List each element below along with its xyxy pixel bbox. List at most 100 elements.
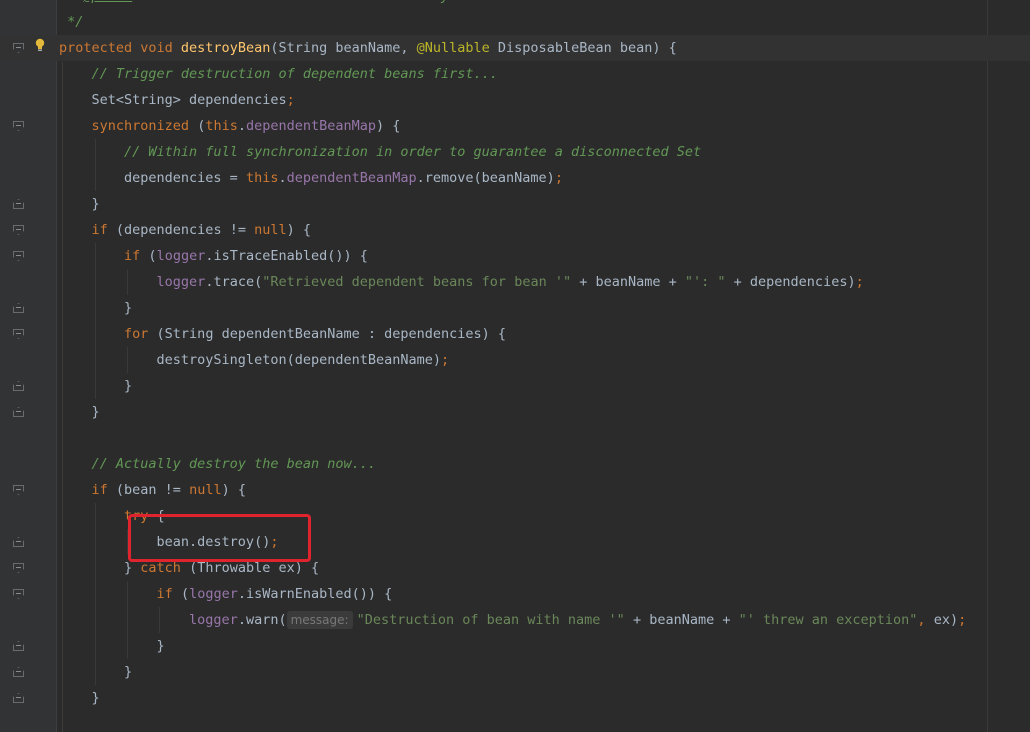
code-editor[interactable]: * @param bean the bean instance to destr…: [0, 0, 1030, 732]
code-text: // Actually destroy the bean now...: [59, 451, 376, 477]
line-comment-destroy[interactable]: // Actually destroy the bean now...: [0, 451, 1030, 477]
code-token: synchronized: [91, 118, 198, 134]
code-token: ;: [958, 612, 967, 628]
code-token: (dependencies !=: [115, 222, 255, 238]
code-text: }: [59, 191, 100, 217]
code-token: "' threw an exception": [738, 612, 918, 628]
code-token: (: [148, 248, 157, 264]
code-token: ) {: [286, 222, 311, 238]
code-text: if (bean != null) {: [59, 477, 246, 503]
code-token: if: [91, 222, 116, 238]
code-token: dependentBeanMap: [245, 118, 377, 134]
line-for[interactable]: for (String dependentBeanName : dependen…: [0, 321, 1030, 347]
code-token: if: [124, 248, 149, 264]
line-comment-trigger[interactable]: // Trigger destruction of dependent bean…: [0, 61, 1030, 87]
code-token: logger: [189, 586, 238, 602]
code-text: // Trigger destruction of dependent bean…: [59, 61, 498, 87]
code-token: + beanName +: [624, 612, 739, 628]
code-token: + dependencies): [725, 274, 856, 290]
code-token: "Retrieved dependent beans for bean '": [262, 274, 572, 290]
code-token: @Nullable: [416, 40, 498, 56]
line-method-signature[interactable]: protected void destroyBean(String beanNa…: [0, 35, 1030, 61]
line-set-dependencies[interactable]: Set<String> dependencies;: [0, 87, 1030, 113]
code-token: .: [237, 118, 246, 134]
code-token: (: [180, 586, 190, 602]
line-close-if-warn[interactable]: }: [0, 633, 1030, 659]
line-doc-end[interactable]: */: [0, 9, 1030, 35]
line-synchronized[interactable]: synchronized (this.dependentBeanMap) {: [0, 113, 1030, 139]
line-if-bean[interactable]: if (bean != null) {: [0, 477, 1030, 503]
code-text: }: [59, 373, 132, 399]
line-if-warn[interactable]: if (logger.isWarnEnabled()) {: [0, 581, 1030, 607]
code-token: ;: [855, 274, 864, 290]
code-token: }: [59, 300, 133, 316]
parameter-hint: message:: [286, 611, 353, 629]
code-token: null: [189, 482, 222, 498]
code-token: bean the bean instance to destroy: [132, 0, 449, 4]
code-token: Set<String> dependencies: [59, 92, 287, 108]
code-text: if (logger.isWarnEnabled()) {: [59, 581, 393, 607]
code-token: destroySingleton(dependentBeanName): [59, 352, 442, 368]
code-token: }: [59, 404, 100, 420]
line-if-trace[interactable]: if (logger.isTraceEnabled()) {: [0, 243, 1030, 269]
line-close-sync[interactable]: }: [0, 191, 1030, 217]
line-close-if-deps[interactable]: }: [0, 399, 1030, 425]
code-token: + beanName +: [571, 274, 685, 290]
line-destroy-singleton[interactable]: destroySingleton(dependentBeanName);: [0, 347, 1030, 373]
line-close-for[interactable]: }: [0, 373, 1030, 399]
code-token: ;: [554, 170, 563, 186]
code-token: if: [91, 482, 116, 498]
line-if-dependencies[interactable]: if (dependencies != null) {: [0, 217, 1030, 243]
code-token: ex): [933, 612, 959, 628]
code-token: protected void: [59, 40, 181, 56]
code-token: .trace(: [205, 274, 263, 290]
code-token: dependencies =: [59, 170, 246, 186]
code-token: }: [59, 664, 133, 680]
code-text: for (String dependentBeanName : dependen…: [59, 321, 506, 347]
code-text: if (dependencies != null) {: [59, 217, 311, 243]
code-token: .: [278, 170, 287, 186]
code-text: * @param bean the bean instance to destr…: [59, 0, 449, 9]
code-token: */: [59, 14, 84, 30]
code-token: "': ": [684, 274, 726, 290]
code-token: (String dependentBeanName : dependencies…: [156, 326, 507, 342]
code-token: this: [205, 118, 238, 134]
code-token: }: [59, 560, 141, 576]
code-text: Set<String> dependencies;: [59, 87, 295, 113]
code-text: dependencies = this.dependentBeanMap.rem…: [59, 165, 563, 191]
code-token: ,: [917, 612, 934, 628]
line-doc-param[interactable]: * @param bean the bean instance to destr…: [0, 0, 1030, 9]
code-text: }: [59, 399, 100, 425]
code-text: synchronized (this.dependentBeanMap) {: [59, 113, 401, 139]
code-token: // Within full synchronization in order …: [124, 144, 702, 160]
code-token: catch: [140, 560, 190, 576]
code-token: }: [59, 378, 133, 394]
code-token: ) {: [376, 118, 401, 134]
line-logger-warn[interactable]: logger.warn(message: "Destruction of bean…: [0, 607, 1030, 633]
code-text: }: [59, 633, 165, 659]
code-token: "Destruction of bean with name '": [356, 612, 625, 628]
line-close-catch[interactable]: }: [0, 659, 1030, 685]
code-token: }: [59, 638, 165, 654]
code-token: .isTraceEnabled()) {: [205, 248, 368, 264]
line-comment-sync[interactable]: // Within full synchronization in order …: [0, 139, 1030, 165]
code-token: *: [59, 0, 83, 4]
code-text: }: [59, 295, 132, 321]
code-text: }: [59, 659, 132, 685]
code-token: this: [245, 170, 279, 186]
line-blank[interactable]: [0, 425, 1030, 451]
line-remove[interactable]: dependencies = this.dependentBeanMap.rem…: [0, 165, 1030, 191]
lightbulb-icon[interactable]: [35, 38, 45, 52]
line-close-trace[interactable]: }: [0, 295, 1030, 321]
line-close-if-bean[interactable]: }: [0, 685, 1030, 711]
line-logger-trace[interactable]: logger.trace("Retrieved dependent beans …: [0, 269, 1030, 295]
code-token: for: [124, 326, 157, 342]
